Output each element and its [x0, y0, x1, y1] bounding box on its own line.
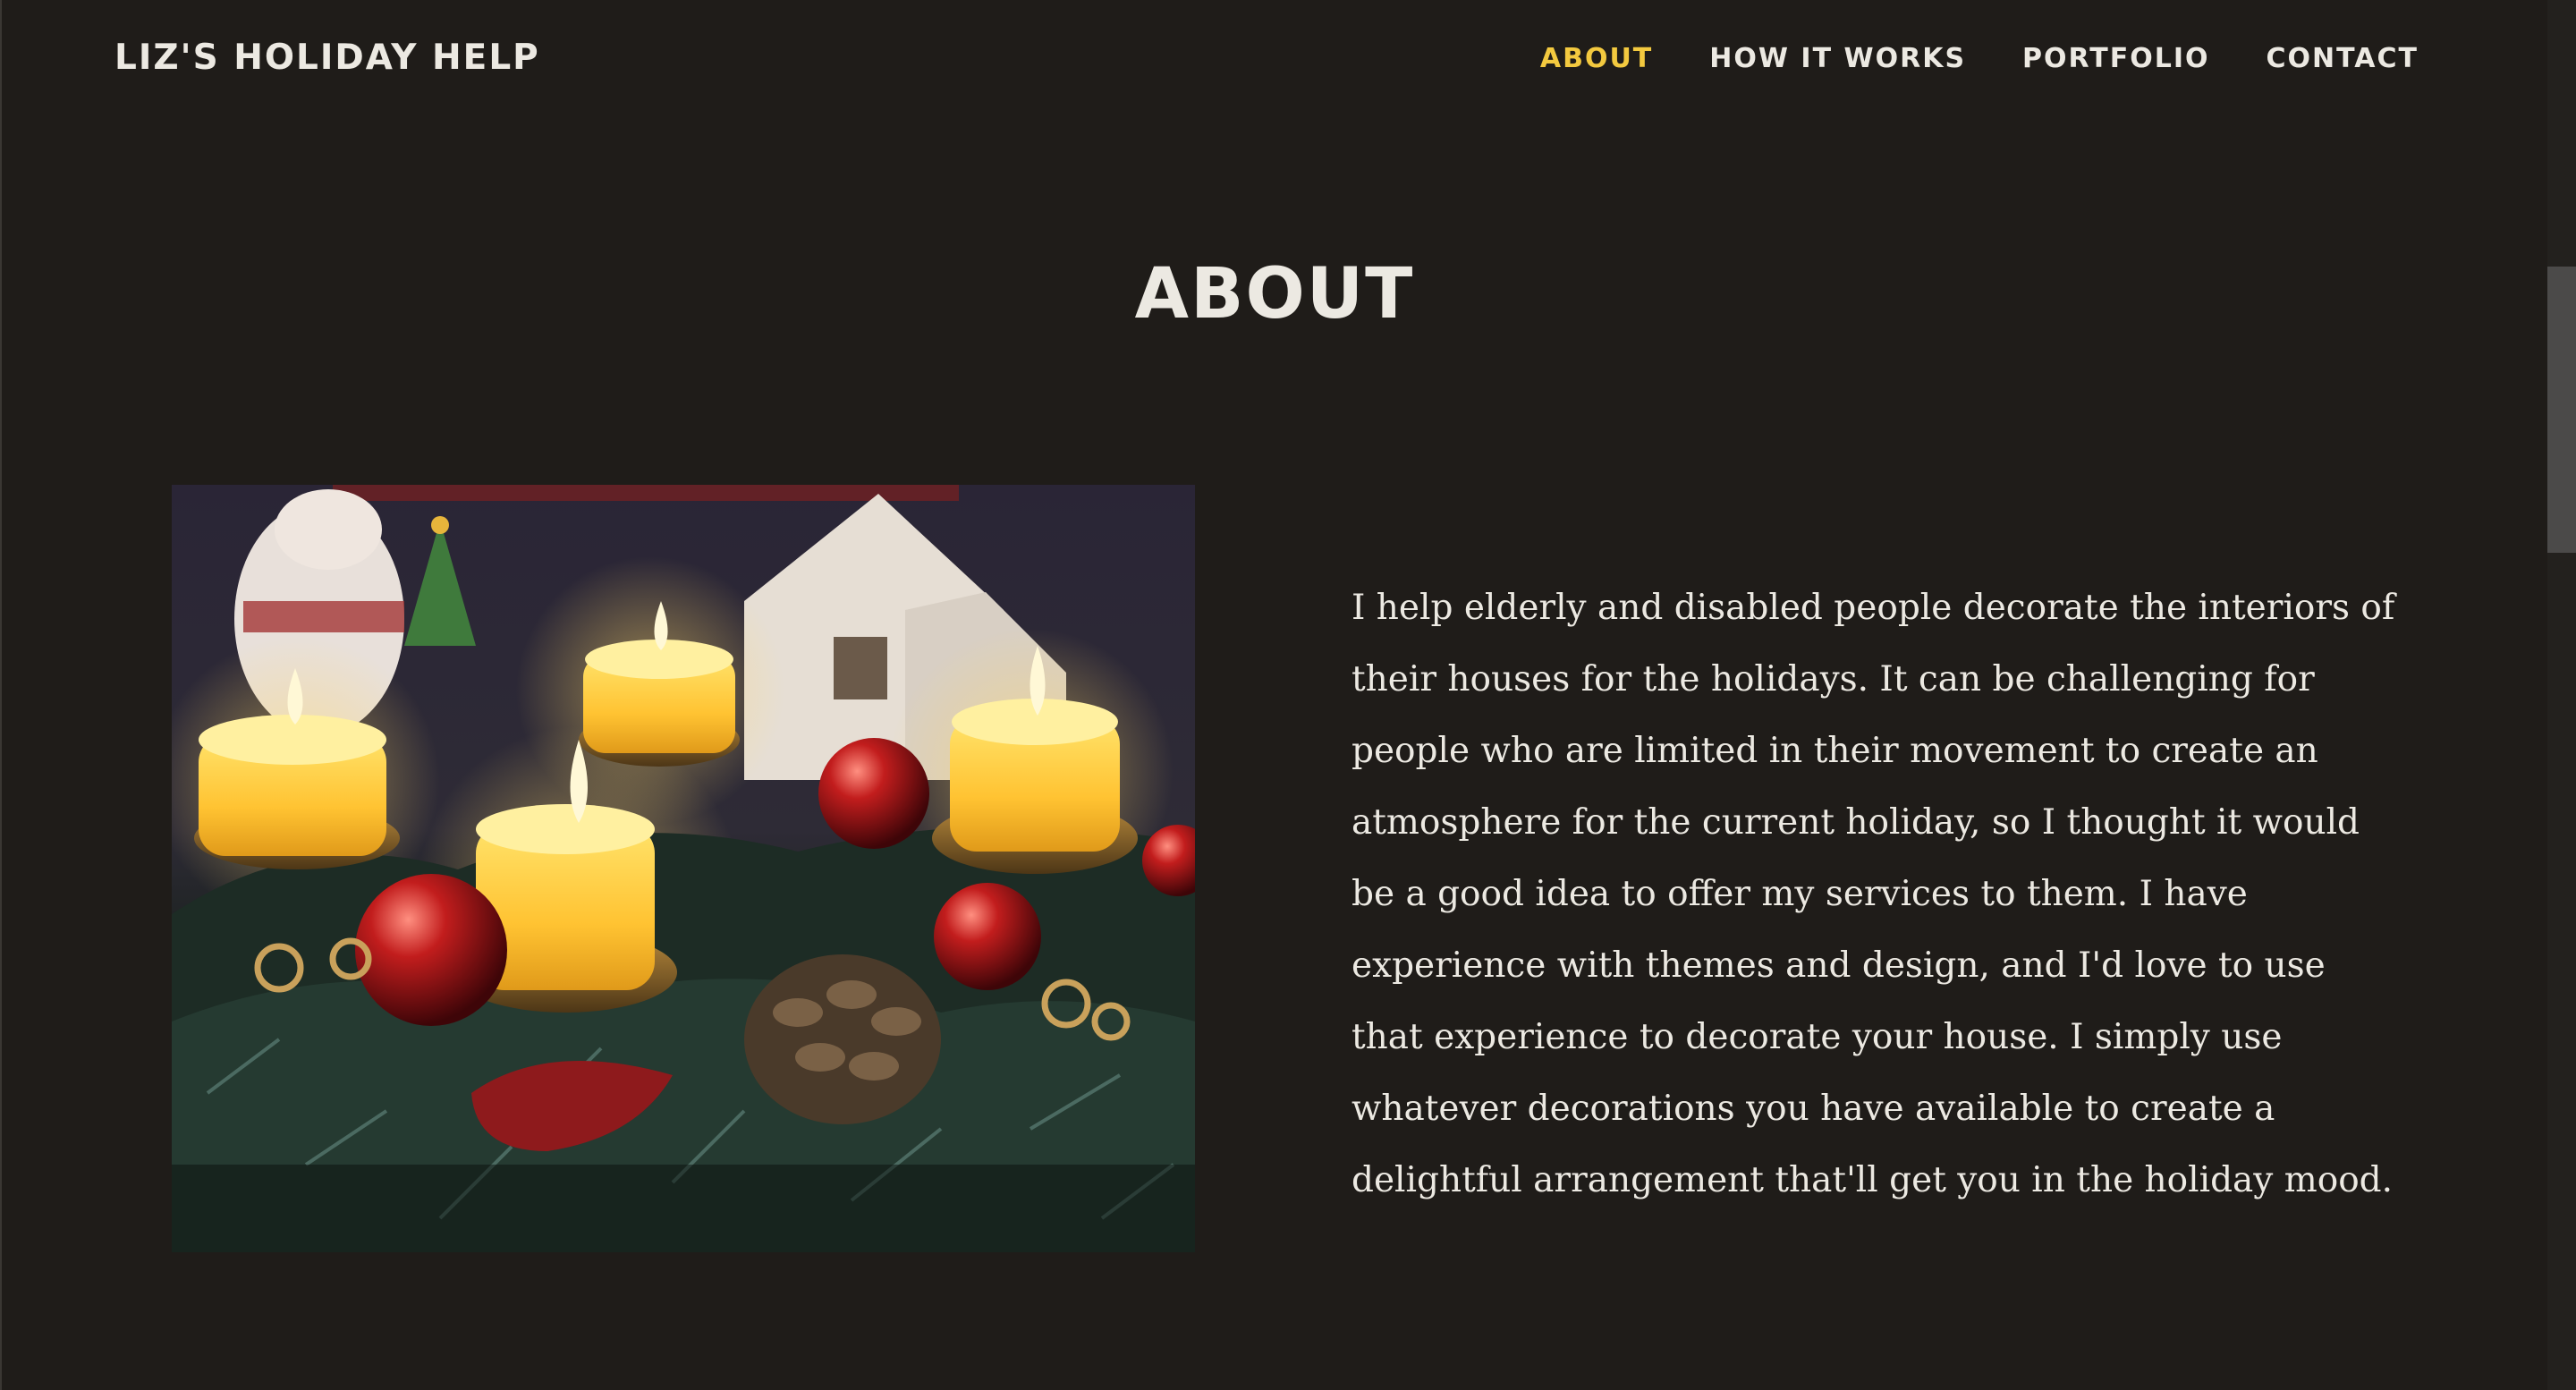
- window-edge: [0, 0, 2, 1390]
- nav-about[interactable]: ABOUT: [1540, 43, 1653, 74]
- site-brand[interactable]: LIZ'S HOLIDAY HELP: [114, 38, 540, 78]
- scrollbar[interactable]: [2547, 0, 2576, 1390]
- about-heading: ABOUT: [1134, 254, 1415, 335]
- nav-contact[interactable]: CONTACT: [2267, 43, 2419, 74]
- nav-how-it-works[interactable]: HOW IT WORKS: [1709, 43, 1966, 74]
- candles-wreath-image: [172, 485, 1195, 1252]
- nav-portfolio[interactable]: PORTFOLIO: [2022, 43, 2209, 74]
- about-photo: [172, 485, 1195, 1252]
- site-header: LIZ'S HOLIDAY HELP ABOUT HOW IT WORKS PO…: [0, 0, 2549, 120]
- scrollbar-thumb[interactable]: [2547, 267, 2576, 553]
- main-nav: ABOUT HOW IT WORKS PORTFOLIO CONTACT: [1540, 43, 2419, 74]
- about-description: I help elderly and disabled people decor…: [1352, 588, 2395, 1200]
